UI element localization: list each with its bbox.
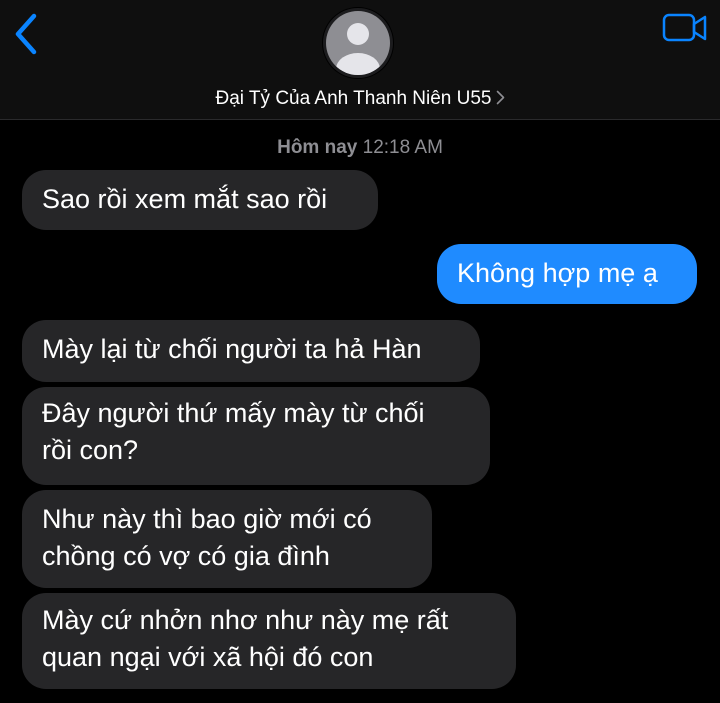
conversation-header: Đại Tỷ Của Anh Thanh Niên U55 — [0, 0, 720, 120]
message-text-line: rồi con? — [42, 435, 139, 465]
message-text-line: chồng có vợ có gia đình — [42, 541, 330, 571]
contact-name: Đại Tỷ Của Anh Thanh Niên U55 — [215, 88, 492, 109]
message-text-line: Mày cứ nhởn nhơ như này mẹ rất — [42, 605, 449, 635]
chevron-right-icon — [496, 89, 505, 111]
chevron-left-icon — [15, 13, 37, 55]
message-text: Không hợp mẹ ạ — [457, 258, 658, 288]
back-button[interactable] — [10, 12, 44, 56]
incoming-message-bubble[interactable]: Sao rồi xem mắt sao rồi — [22, 170, 378, 230]
person-silhouette-icon — [323, 8, 393, 78]
incoming-message-bubble[interactable]: Như này thì bao giờ mới có chồng có vợ c… — [22, 490, 432, 588]
facetime-video-button[interactable] — [662, 12, 708, 44]
timestamp-day: Hôm nay — [277, 137, 358, 158]
outgoing-message-bubble[interactable]: Không hợp mẹ ạ — [437, 244, 697, 304]
incoming-message-bubble[interactable]: Mày lại từ chối người ta hả Hàn — [22, 320, 480, 382]
message-text-line: Như này thì bao giờ mới có — [42, 504, 372, 534]
message-timestamp: Hôm nay 12:18 AM — [0, 137, 720, 159]
message-text-line: Đây người thứ mấy mày từ chối — [42, 398, 425, 428]
contact-name-button[interactable]: Đại Tỷ Của Anh Thanh Niên U55 — [0, 88, 720, 111]
message-text: Sao rồi xem mắt sao rồi — [42, 184, 328, 214]
incoming-message-bubble[interactable]: Mày cứ nhởn nhơ như này mẹ rất quan ngại… — [22, 593, 516, 689]
incoming-message-bubble[interactable]: Đây người thứ mấy mày từ chối rồi con? — [22, 387, 490, 485]
message-text-line: quan ngại với xã hội đó con — [42, 642, 374, 672]
contact-avatar[interactable] — [322, 7, 394, 79]
video-camera-icon — [662, 13, 707, 42]
message-text: Mày lại từ chối người ta hả Hàn — [42, 334, 422, 364]
timestamp-time: 12:18 AM — [362, 137, 443, 158]
